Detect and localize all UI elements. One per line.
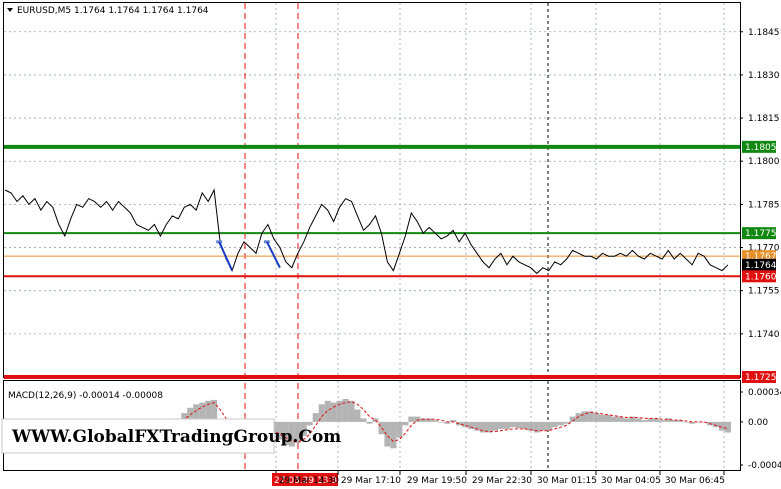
watermark-text: WWW.GlobalFXTradingGroup.Com xyxy=(11,427,341,447)
macd-bar xyxy=(593,413,600,422)
price-axis: 1.18451.18301.18151.18001.17851.17701.17… xyxy=(740,28,780,340)
macd-bar xyxy=(384,421,391,447)
macd-bar xyxy=(725,421,731,433)
macd-tick-label: -0.00049 xyxy=(748,461,781,471)
macd-bar xyxy=(348,400,355,422)
macd-bar xyxy=(432,420,439,422)
x-tick-label: 30 Mar 06:45 xyxy=(665,476,725,486)
x-tick-label: 29 Mar 19:50 xyxy=(407,476,467,486)
macd-bar xyxy=(647,418,654,422)
x-tick-label: 29 Mar 22:30 xyxy=(472,476,532,486)
macd-bar xyxy=(509,421,516,428)
macd-bar xyxy=(521,421,528,429)
macd-bar xyxy=(539,421,546,431)
y-tick-label: 1.1815 xyxy=(748,114,780,124)
macd-bar xyxy=(492,421,498,431)
macd-bar xyxy=(545,421,552,431)
macd-bar xyxy=(396,421,403,438)
macd-bar xyxy=(551,421,558,428)
time-axis: 27.03.29 13:3029 Mar 14:30 29 Mar 17:10 29… xyxy=(272,471,725,486)
level-label: 1.1764 xyxy=(745,261,777,271)
macd-bar xyxy=(366,421,373,424)
macd-bar xyxy=(683,421,690,423)
macd-bar xyxy=(653,418,660,422)
y-tick-label: 1.1830 xyxy=(748,71,780,81)
level-label: 1.1760 xyxy=(745,272,777,282)
macd-bar xyxy=(611,416,618,422)
macd-bar xyxy=(498,421,504,429)
macd-bar xyxy=(659,420,666,422)
macd-bar xyxy=(557,421,564,426)
level-label: 1.1725 xyxy=(745,373,777,383)
y-tick-label: 1.1800 xyxy=(748,157,780,167)
macd-bar xyxy=(641,420,648,422)
chart-title: EURUSD,M5 1.1764 1.1764 1.1764 1.1764 xyxy=(17,6,209,16)
y-tick-label: 1.1845 xyxy=(748,28,780,38)
macd-bar xyxy=(599,414,606,422)
macd-bar xyxy=(438,421,445,423)
macd-bar xyxy=(390,421,397,449)
level-label: 1.1775 xyxy=(745,229,777,239)
eurusd-chart: 1.18451.18301.18151.18001.17851.17701.17… xyxy=(1,2,781,486)
macd-tick-label: 0.00 xyxy=(748,418,768,428)
macd-bar xyxy=(605,414,612,422)
level-label: 1.1805 xyxy=(745,143,777,153)
macd-bar xyxy=(354,409,361,422)
macd-bar xyxy=(324,400,331,422)
macd-bar xyxy=(360,418,367,422)
macd-bar xyxy=(456,421,463,426)
macd-bar xyxy=(330,402,337,422)
macd-bar xyxy=(515,421,522,429)
macd-bar xyxy=(503,421,510,429)
macd-bar xyxy=(408,416,415,422)
y-tick-label: 1.1755 xyxy=(748,287,780,297)
macd-bar xyxy=(713,421,720,428)
macd-title: MACD(12,26,9) -0.00014 -0.00008 xyxy=(8,391,163,401)
macd-bar xyxy=(575,413,582,422)
macd-bar xyxy=(635,418,642,422)
macd-bar xyxy=(306,421,313,426)
y-tick-label: 1.1785 xyxy=(748,200,780,210)
x-tick-label: 30 Mar 04:05 xyxy=(601,476,661,486)
main-pane-frame xyxy=(3,2,741,378)
macd-axis: 0.00034 0.00 -0.00049 xyxy=(740,388,781,471)
x-tick-label: 29 Mar 17:10 xyxy=(341,476,401,486)
macd-bar xyxy=(312,413,319,422)
macd-bar xyxy=(402,421,409,426)
macd-bar xyxy=(414,416,421,422)
x-tick-label: 29 Mar 14:30 xyxy=(279,476,339,486)
macd-tick-label: 0.00034 xyxy=(748,388,781,398)
macd-bar xyxy=(623,418,630,422)
x-tick-label: 30 Mar 01:15 xyxy=(537,476,597,486)
level-labels: 1.18051.17751.17671.17641.17601.1725 xyxy=(742,140,777,383)
y-tick-label: 1.1740 xyxy=(748,330,780,340)
